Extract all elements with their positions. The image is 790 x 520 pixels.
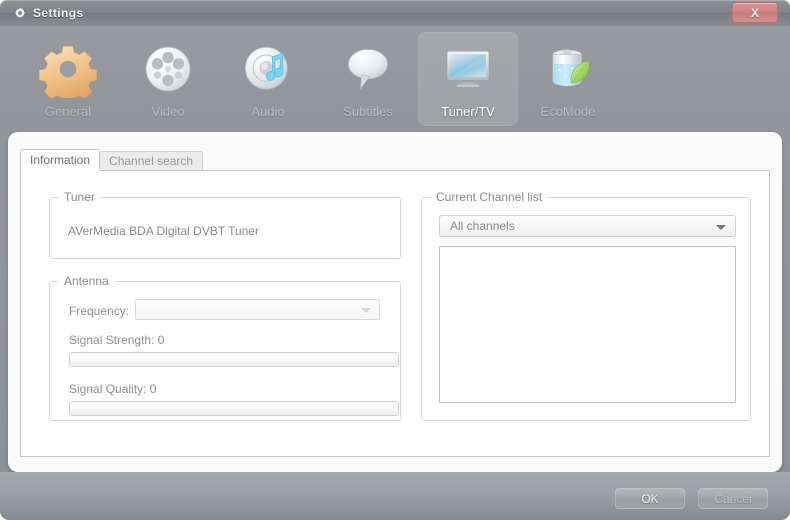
toolbar-label-video: Video — [151, 104, 185, 119]
tab-channel-search[interactable]: Channel search — [99, 151, 204, 171]
signal-quality-label: Signal Quality: 0 — [69, 382, 157, 396]
dialog-footer: OK Cancel — [0, 472, 790, 520]
tuner-device-name: AVerMedia BDA Digital DVBT Tuner — [68, 224, 259, 238]
toolbar-item-general[interactable]: General — [18, 32, 118, 126]
ok-button-label: OK — [641, 491, 659, 506]
signal-strength-label: Signal Strength: 0 — [69, 333, 165, 347]
toolbar-item-ecomode[interactable]: EcoMode — [518, 32, 618, 126]
cancel-button-label: Cancel — [714, 491, 752, 506]
gear-icon — [14, 7, 26, 19]
toolbar-item-audio[interactable]: Audio — [218, 32, 318, 126]
toolbar-label-general: General — [44, 104, 92, 119]
frequency-dropdown[interactable] — [135, 299, 380, 320]
battery-leaf-icon — [536, 40, 600, 98]
close-icon: X — [750, 5, 759, 20]
settings-window: Settings X General Video Audio Subtitles… — [0, 0, 790, 520]
toolbar-item-subtitles[interactable]: Subtitles — [318, 32, 418, 126]
group-tuner-title: Tuner — [59, 190, 100, 204]
channel-filter-dropdown[interactable]: All channels — [439, 215, 736, 237]
frequency-label: Frequency: — [69, 304, 130, 318]
tab-page-information: Tuner AVerMedia BDA Digital DVBT Tuner A… — [20, 170, 770, 457]
toolbar-label-audio: Audio — [251, 104, 285, 119]
ok-button[interactable]: OK — [615, 488, 685, 509]
speaker-note-icon — [236, 40, 300, 98]
toolbar-label-ecomode: EcoMode — [540, 104, 596, 119]
film-reel-icon — [136, 40, 200, 98]
chevron-down-icon — [716, 225, 726, 230]
tab-channel-search-label: Channel search — [109, 154, 194, 168]
tv-monitor-icon — [436, 40, 500, 98]
toolbar-label-subtitles: Subtitles — [343, 104, 393, 119]
tab-information-label: Information — [30, 153, 91, 167]
tab-strip: Information Channel search — [20, 149, 204, 171]
group-current-channel-list: Current Channel list All channels — [421, 190, 751, 421]
gear-icon — [36, 40, 100, 98]
channel-listbox[interactable] — [439, 246, 736, 403]
title-bar: Settings X — [0, 0, 790, 26]
group-antenna-title: Antenna — [59, 274, 114, 288]
title-bar-content: Settings — [14, 0, 84, 26]
tab-information[interactable]: Information — [20, 149, 101, 171]
cancel-button[interactable]: Cancel — [698, 488, 768, 509]
chevron-down-icon — [361, 308, 371, 313]
signal-strength-progressbar — [69, 352, 399, 367]
toolbar-item-video[interactable]: Video — [118, 32, 218, 126]
channel-filter-value: All channels — [450, 219, 515, 233]
settings-toolbar: General Video Audio Subtitles Tuner/TV E… — [0, 26, 790, 132]
toolbar-label-tuner-tv: Tuner/TV — [441, 104, 495, 119]
window-title: Settings — [33, 6, 84, 20]
toolbar-item-tuner-tv[interactable]: Tuner/TV — [418, 32, 518, 126]
group-channel-list-title: Current Channel list — [431, 190, 548, 204]
group-tuner: Tuner AVerMedia BDA Digital DVBT Tuner — [49, 190, 401, 259]
content-panel: Information Channel search Tuner AVerMed… — [8, 132, 782, 472]
group-antenna: Antenna Frequency: Signal Strength: 0 Si… — [49, 274, 401, 421]
signal-quality-progressbar — [69, 401, 399, 416]
speech-bubble-icon — [336, 40, 400, 98]
close-button[interactable]: X — [732, 2, 778, 23]
